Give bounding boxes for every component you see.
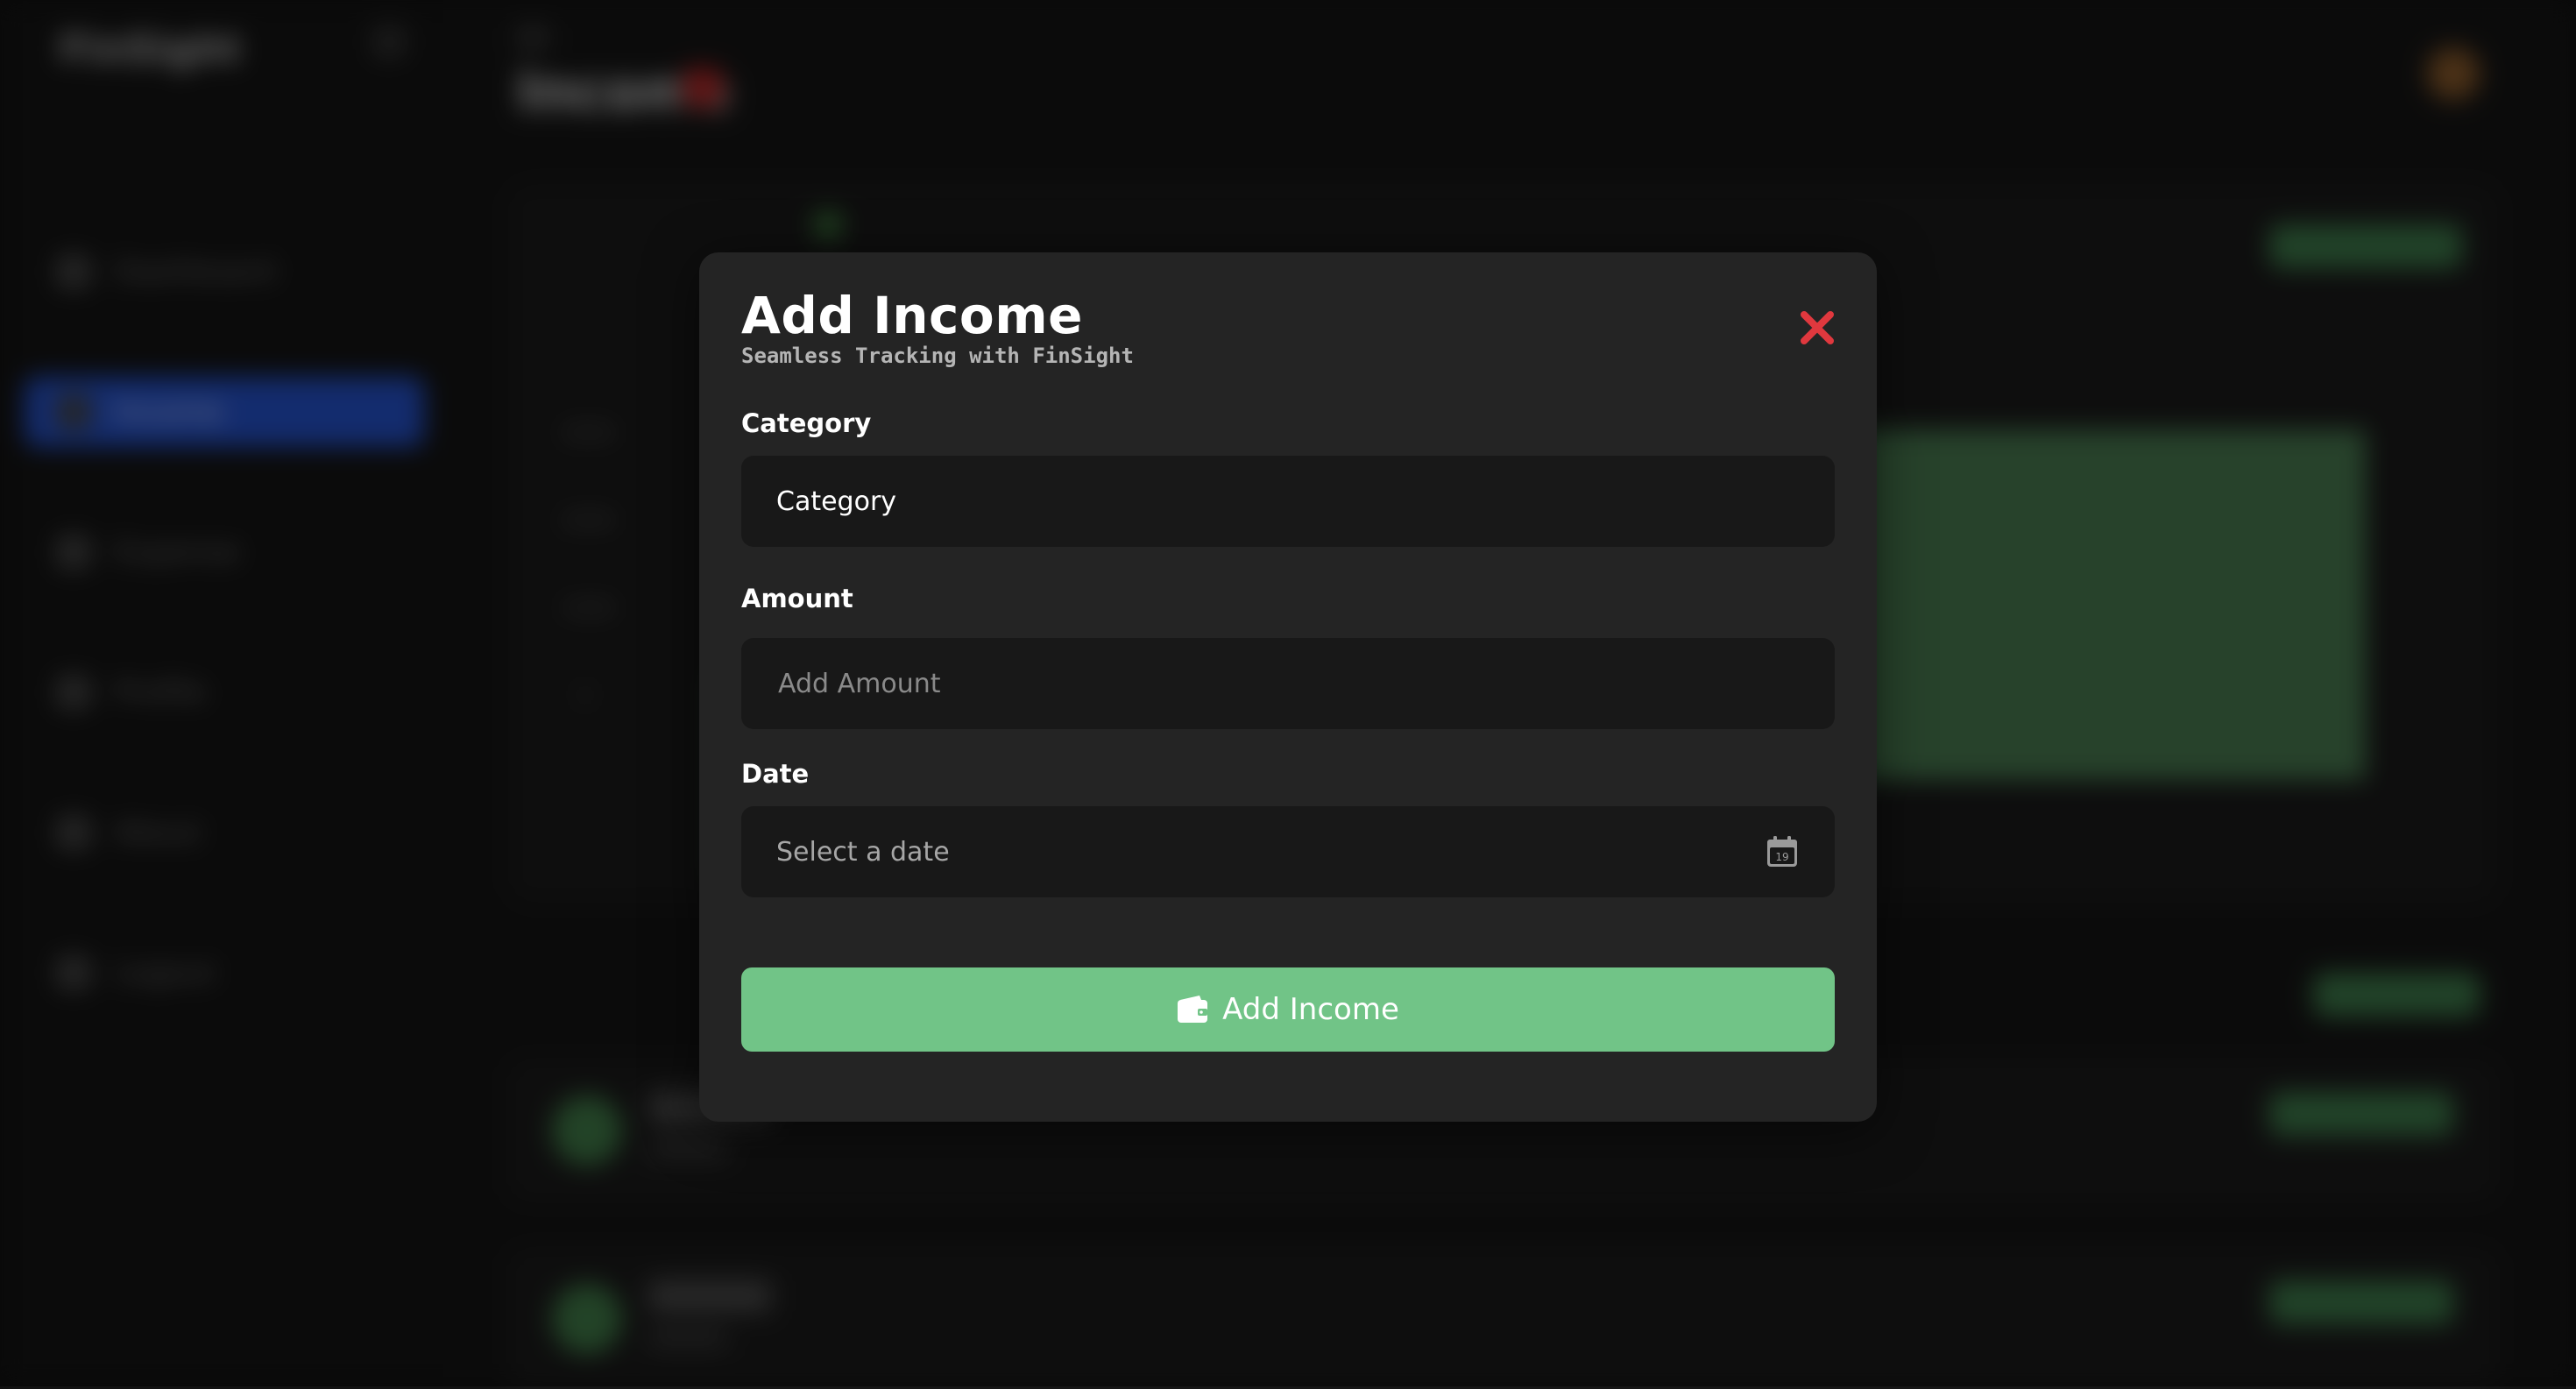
close-button[interactable]	[1796, 307, 1838, 349]
date-picker[interactable]: Select a date 19	[741, 806, 1835, 897]
date-placeholder: Select a date	[776, 837, 1765, 868]
modal-subtitle: Seamless Tracking with FinSight	[741, 344, 1134, 368]
wallet-icon	[1177, 995, 1208, 1024]
amount-label: Amount	[741, 584, 853, 613]
date-label: Date	[741, 759, 809, 789]
amount-field[interactable]	[741, 638, 1835, 729]
close-x-icon	[1796, 307, 1838, 349]
modal-title: Add Income	[741, 286, 1083, 345]
calendar-icon[interactable]: 19	[1765, 834, 1800, 869]
add-income-button-label: Add Income	[1222, 992, 1399, 1027]
category-label: Category	[741, 408, 871, 438]
category-select[interactable]: Category	[741, 456, 1835, 547]
amount-input[interactable]	[776, 668, 1800, 700]
category-select-value: Category	[776, 486, 896, 517]
add-income-button[interactable]: Add Income	[741, 967, 1835, 1052]
calendar-day: 19	[1775, 851, 1788, 863]
add-income-modal: Add Income Seamless Tracking with FinSig…	[699, 252, 1877, 1122]
